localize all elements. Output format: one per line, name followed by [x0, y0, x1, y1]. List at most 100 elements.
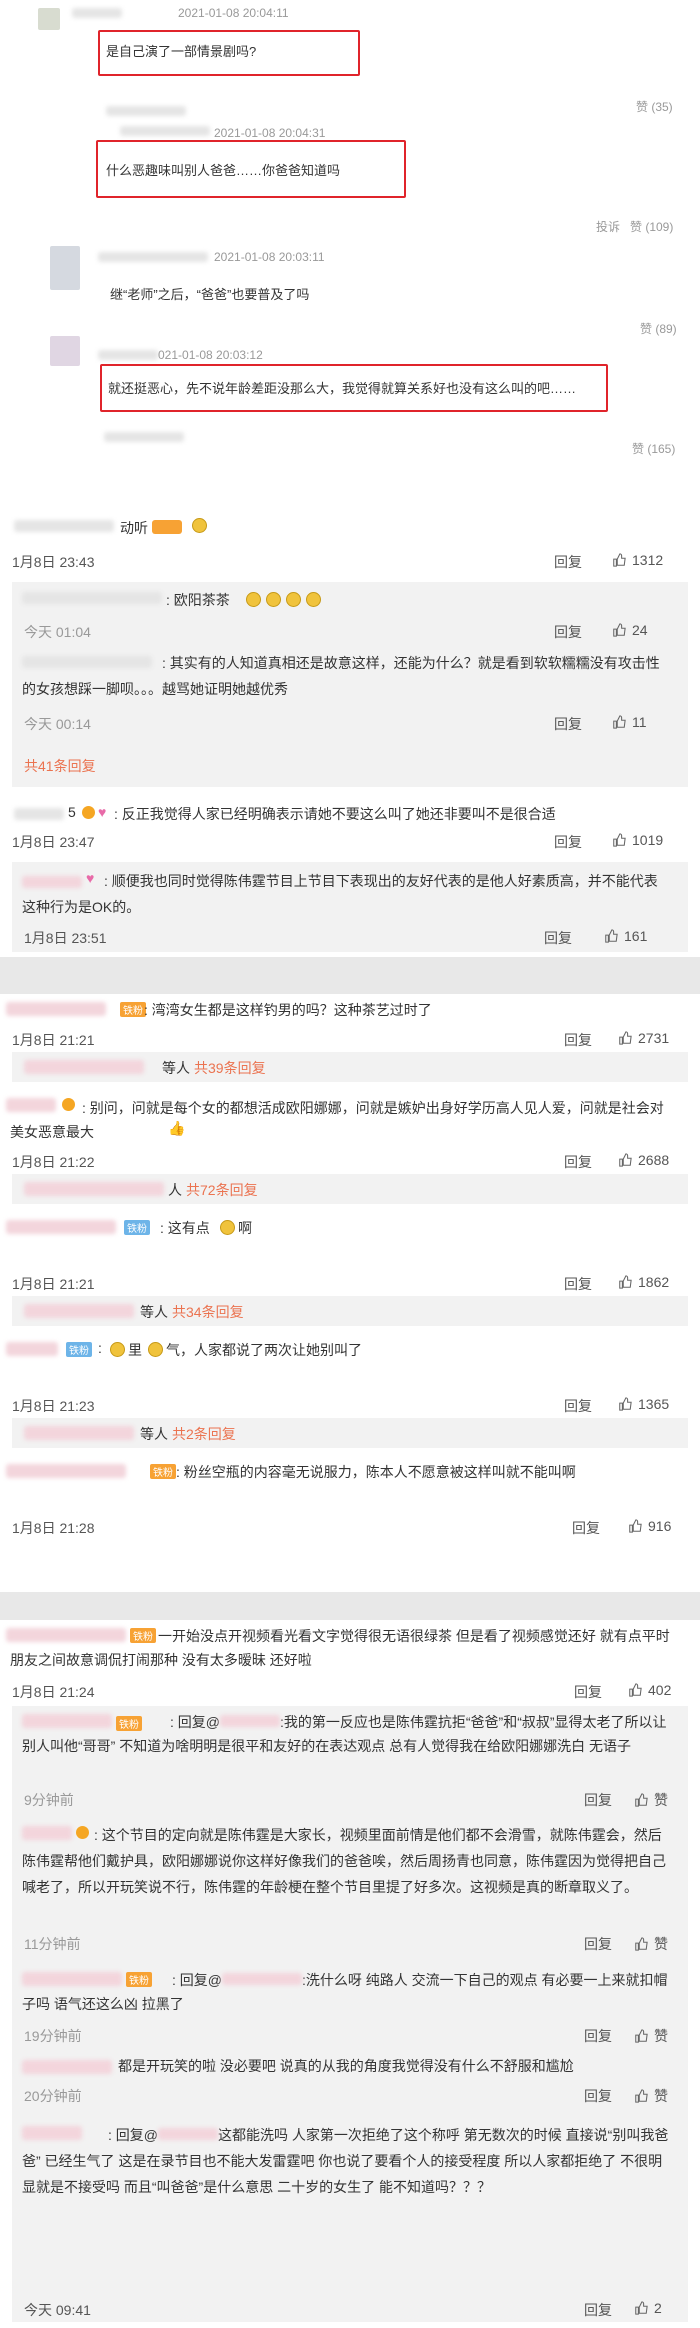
fan-badge: 铁粉 [120, 1002, 146, 1017]
like-button[interactable]: 1312 [612, 552, 663, 568]
comment-time: 1月8日 21:21 [12, 1276, 95, 1292]
reply-time: 今天 01:04 [24, 624, 91, 640]
reply-button[interactable]: 回复 [574, 1682, 602, 1702]
like-button[interactable]: 2731 [618, 1030, 669, 1046]
avatar[interactable] [50, 336, 80, 366]
like-button[interactable]: 161 [604, 928, 647, 944]
more-replies-link[interactable]: 共72条回复 [186, 1180, 258, 1200]
reply-mention-prefix: : 回复@ [170, 1714, 220, 1730]
like-button[interactable]: 2688 [618, 1152, 669, 1168]
comment-time: 1月8日 21:23 [12, 1398, 95, 1414]
username-blurred[interactable] [24, 1304, 134, 1318]
thumbs-up-icon [605, 929, 618, 943]
comment-time: 1月8日 21:28 [12, 1520, 95, 1536]
more-replies-link[interactable]: 共34条回复 [172, 1302, 244, 1322]
thumbs-up-icon [635, 2089, 648, 2103]
username-blurred[interactable] [24, 1426, 134, 1440]
username[interactable]: 5 [68, 804, 76, 820]
username-blurred[interactable] [6, 1220, 116, 1234]
username-blurred[interactable] [106, 106, 186, 116]
reply-button[interactable]: 回复 [584, 1790, 612, 1810]
emoji-icon [220, 1220, 235, 1235]
more-replies-link[interactable]: 共2条回复 [172, 1424, 236, 1444]
reply-button[interactable]: 回复 [584, 2086, 612, 2106]
like-button[interactable]: 1862 [618, 1274, 669, 1290]
comment-text: : 这有点 [160, 1220, 210, 1236]
username-blurred[interactable] [98, 252, 208, 262]
emoji-icon [110, 1342, 125, 1357]
like-count: 1019 [632, 832, 664, 848]
like-button[interactable]: 赞 [634, 2086, 668, 2106]
reply-button[interactable]: 回复 [564, 1030, 592, 1050]
reply-button[interactable]: 回复 [584, 2026, 612, 2046]
reply-time: 今天 09:41 [24, 2302, 91, 2318]
like-count: 11 [632, 714, 647, 730]
avatar[interactable] [38, 8, 60, 30]
reply-button[interactable]: 回复 [572, 1518, 600, 1538]
reply-button[interactable]: 回复 [554, 552, 582, 572]
username-blurred[interactable] [6, 1464, 126, 1478]
username-blurred[interactable] [6, 1342, 58, 1356]
comment-text-end: 啊 [238, 1220, 252, 1236]
like-count: 916 [648, 1518, 672, 1534]
mention-blurred[interactable] [222, 1973, 302, 1985]
reply-button[interactable]: 回复 [564, 1152, 592, 1172]
username-blurred[interactable] [14, 808, 64, 820]
avatar[interactable] [50, 246, 80, 290]
like-count[interactable]: 赞 (109) [630, 218, 673, 235]
reply-button[interactable]: 回复 [544, 928, 572, 948]
reply-button[interactable]: 回复 [584, 2300, 612, 2320]
username-blurred[interactable] [120, 126, 210, 136]
section-divider [0, 490, 700, 512]
reply-summary-prefix: 等人 [140, 1304, 168, 1320]
username-blurred[interactable] [22, 592, 162, 604]
report-link[interactable]: 投诉 [596, 218, 620, 235]
reply-button[interactable]: 回复 [554, 622, 582, 642]
like-button[interactable]: 11 [612, 714, 647, 730]
emoji-icon [192, 518, 207, 533]
like-button[interactable]: 1365 [618, 1396, 669, 1412]
like-button[interactable]: 916 [628, 1518, 671, 1534]
username-blurred[interactable] [14, 520, 114, 532]
reply-button[interactable]: 回复 [554, 832, 582, 852]
comment-text: : 湾湾女生都是这样钓男的吗？这种茶艺过时了 [144, 1002, 432, 1018]
username-blurred[interactable] [6, 1002, 106, 1016]
username-blurred[interactable] [72, 8, 122, 18]
like-button[interactable]: 赞 [634, 2026, 668, 2046]
like-button[interactable]: 24 [612, 622, 648, 638]
username-blurred[interactable] [104, 432, 184, 442]
like-label: 赞 [654, 1792, 668, 1808]
mention-blurred[interactable] [220, 1715, 280, 1727]
reply-button[interactable]: 回复 [584, 1934, 612, 1954]
comment-text: 是自己演了一部情景剧吗? [106, 44, 257, 59]
reply-time: 19分钟前 [24, 2028, 82, 2044]
like-count[interactable]: 赞 (35) [636, 98, 673, 115]
username[interactable]: 动听 [120, 518, 148, 538]
like-button[interactable]: 2 [634, 2300, 662, 2316]
reply-button[interactable]: 回复 [564, 1396, 592, 1416]
reply-button[interactable]: 回复 [564, 1274, 592, 1294]
like-count[interactable]: 赞 (89) [640, 320, 677, 337]
reply-text: : 回复@:我的第一反应也是陈伟霆抗拒“爸爸”和“叔叔”显得太老了所以让别人叫他… [22, 1710, 672, 1758]
username-blurred[interactable] [98, 350, 158, 360]
more-replies-link[interactable]: 共41条回复 [24, 756, 96, 776]
mention-blurred[interactable] [158, 2128, 218, 2140]
like-button[interactable]: 1019 [612, 832, 663, 848]
like-button[interactable]: 赞 [634, 1934, 668, 1954]
username-blurred[interactable] [22, 2060, 112, 2074]
like-count[interactable]: 赞 (165) [632, 440, 675, 457]
username-blurred[interactable] [24, 1182, 164, 1196]
comment-text: 就还挺恶心，先不说年龄差距没那么大，我觉得就算关系好也没有这么叫的吧…… [108, 381, 577, 396]
section-comments-1b: 021-01-08 20:03:12 就还挺恶心，先不说年龄差距没那么大，我觉得… [0, 336, 700, 506]
reply-mention-prefix: : 回复@ [172, 1972, 222, 1988]
like-button[interactable]: 402 [628, 1682, 671, 1698]
like-label: 赞 [654, 1936, 668, 1952]
section-divider [0, 957, 700, 994]
reply-button[interactable]: 回复 [554, 714, 582, 734]
reply-body: :洗什么呀 纯路人 交流一下自己的观点 有必要一上来就扣帽子吗 语气还这么凶 拉… [22, 1972, 668, 2012]
more-replies-link[interactable]: 共39条回复 [194, 1058, 266, 1078]
thumbs-up-icon [619, 1153, 632, 1167]
like-button[interactable]: 赞 [634, 1790, 668, 1810]
like-count: 1365 [638, 1396, 670, 1412]
username-blurred[interactable] [24, 1060, 144, 1074]
